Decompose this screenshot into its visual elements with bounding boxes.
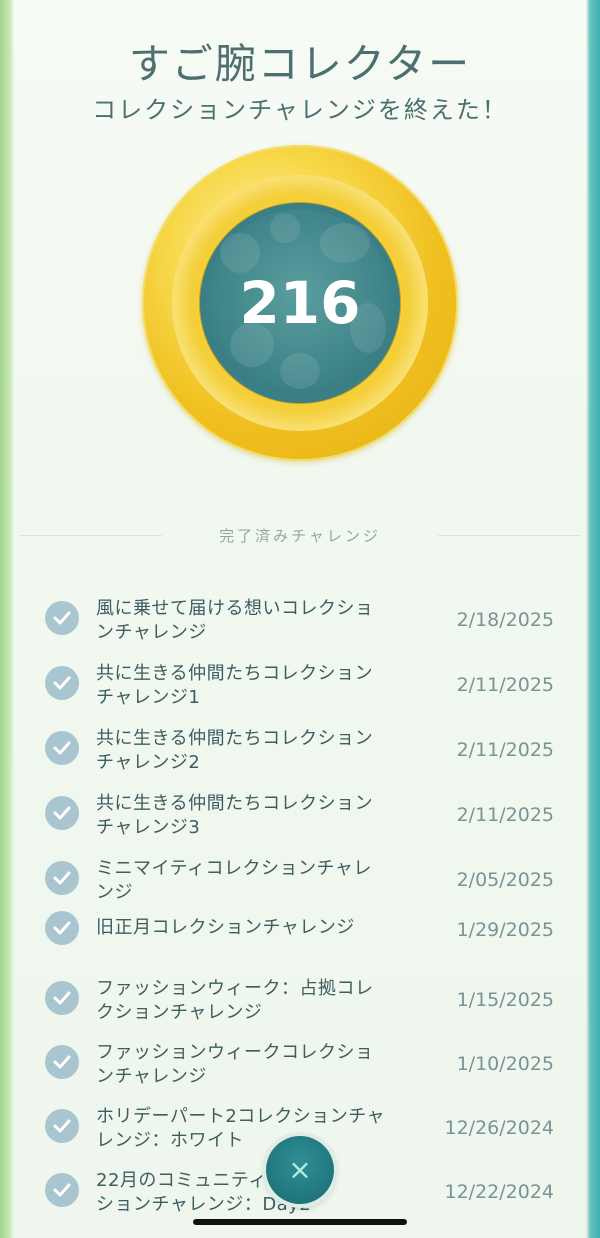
challenge-title-line: チャレンジ1 (96, 687, 201, 708)
checkmark-icon (45, 666, 79, 700)
challenge-title: 共に生きる仲間たちコレクション チャレンジ2 (96, 727, 406, 775)
challenge-title-line: ファッションウィークコレクショ (96, 1042, 374, 1063)
challenge-title-line: ンチャレンジ (96, 622, 207, 643)
challenge-date: 2/05/2025 (456, 869, 554, 891)
home-indicator[interactable] (193, 1219, 407, 1225)
challenge-row[interactable]: 共に生きる仲間たちコレクション チャレンジ1 2/11/2025 (0, 653, 600, 713)
checkmark-icon (45, 911, 79, 945)
checkmark-icon (45, 601, 79, 635)
challenge-row[interactable]: ファッションウィーク：占拠コレ クションチャレンジ 1/15/2025 (0, 968, 600, 1028)
checkmark-icon (45, 861, 79, 895)
page-subtitle: コレクションチャレンジを終えた！ (92, 96, 508, 124)
challenge-date: 12/26/2024 (444, 1117, 554, 1139)
challenge-count: 216 (239, 269, 361, 337)
challenge-title-line: レンジ：ホワイト (96, 1130, 244, 1151)
checkmark-icon (45, 731, 79, 765)
challenge-row[interactable]: ファッションウィークコレクショ ンチャレンジ 1/10/2025 (0, 1032, 600, 1092)
challenge-title-line: 共に生きる仲間たちコレクション (96, 663, 374, 684)
challenge-title-line: ホリデーパート2コレクションチャ (96, 1106, 386, 1127)
challenge-title: ファッションウィーク：占拠コレ クションチャレンジ (96, 977, 406, 1025)
checkmark-icon (45, 1109, 79, 1143)
challenge-row[interactable]: ミニマイティコレクションチャレ ンジ 2/05/2025 (0, 848, 600, 908)
checkmark-icon (45, 796, 79, 830)
challenge-date: 2/11/2025 (456, 739, 554, 761)
challenge-title: ホリデーパート2コレクションチャ レンジ：ホワイト (96, 1105, 406, 1153)
challenge-title-line: 共に生きる仲間たちコレクション (96, 728, 374, 749)
challenge-title-line: ミニマイティコレクションチャレ (96, 858, 372, 879)
close-icon: × (288, 1153, 312, 1186)
challenge-date: 1/15/2025 (456, 989, 554, 1011)
checkmark-icon (45, 1173, 79, 1207)
page-title: すご腕コレクター (128, 40, 472, 88)
challenge-row[interactable]: 旧正月コレクションチャレンジ 1/29/2025 (0, 908, 600, 948)
challenge-title-line: ンジ (96, 882, 133, 903)
challenge-title-line: ションチャレンジ：Day2 (96, 1194, 312, 1215)
challenge-title-line: ファッションウィーク：占拠コレ (96, 978, 374, 999)
challenge-date: 1/10/2025 (456, 1053, 554, 1075)
challenge-date: 12/22/2024 (444, 1181, 554, 1203)
challenge-title: 風に乗せて届ける想いコレクショ ンチャレンジ (96, 597, 406, 645)
challenge-date: 2/11/2025 (456, 804, 554, 826)
close-button[interactable]: × (266, 1136, 334, 1204)
challenge-row[interactable]: 共に生きる仲間たちコレクション チャレンジ2 2/11/2025 (0, 718, 600, 778)
challenge-title-line: 共に生きる仲間たちコレクション (96, 793, 374, 814)
challenge-title-line: チャレンジ3 (96, 817, 201, 838)
divider-right (438, 535, 580, 536)
challenge-row[interactable]: 風に乗せて届ける想いコレクショ ンチャレンジ 2/18/2025 (0, 588, 600, 648)
challenge-title: ファッションウィークコレクショ ンチャレンジ (96, 1041, 406, 1089)
challenge-title: ミニマイティコレクションチャレ ンジ (96, 857, 406, 905)
challenge-title-line: クションチャレンジ (96, 1002, 263, 1023)
challenge-date: 1/29/2025 (456, 919, 554, 941)
challenge-title: 旧正月コレクションチャレンジ (96, 916, 406, 940)
collector-medal: 216 (142, 145, 458, 461)
challenge-date: 2/11/2025 (456, 674, 554, 696)
challenge-title-line: チャレンジ2 (96, 752, 201, 773)
challenge-title: 共に生きる仲間たちコレクション チャレンジ1 (96, 662, 406, 710)
challenge-title: 22月のコミュニティションチャレンジ：Day2 (96, 1169, 406, 1217)
challenge-title-line: 風に乗せて届ける想いコレクショ (96, 598, 374, 619)
checkmark-icon (45, 981, 79, 1015)
challenge-title: 共に生きる仲間たちコレクション チャレンジ3 (96, 792, 406, 840)
challenge-row[interactable]: 共に生きる仲間たちコレクション チャレンジ3 2/11/2025 (0, 783, 600, 843)
challenge-date: 2/18/2025 (456, 609, 554, 631)
challenge-title-line: 旧正月コレクションチャレンジ (96, 917, 355, 938)
checkmark-icon (45, 1045, 79, 1079)
challenge-title-line: ンチャレンジ (96, 1066, 207, 1087)
challenge-title-line: 22月のコミュニティ (96, 1170, 267, 1191)
